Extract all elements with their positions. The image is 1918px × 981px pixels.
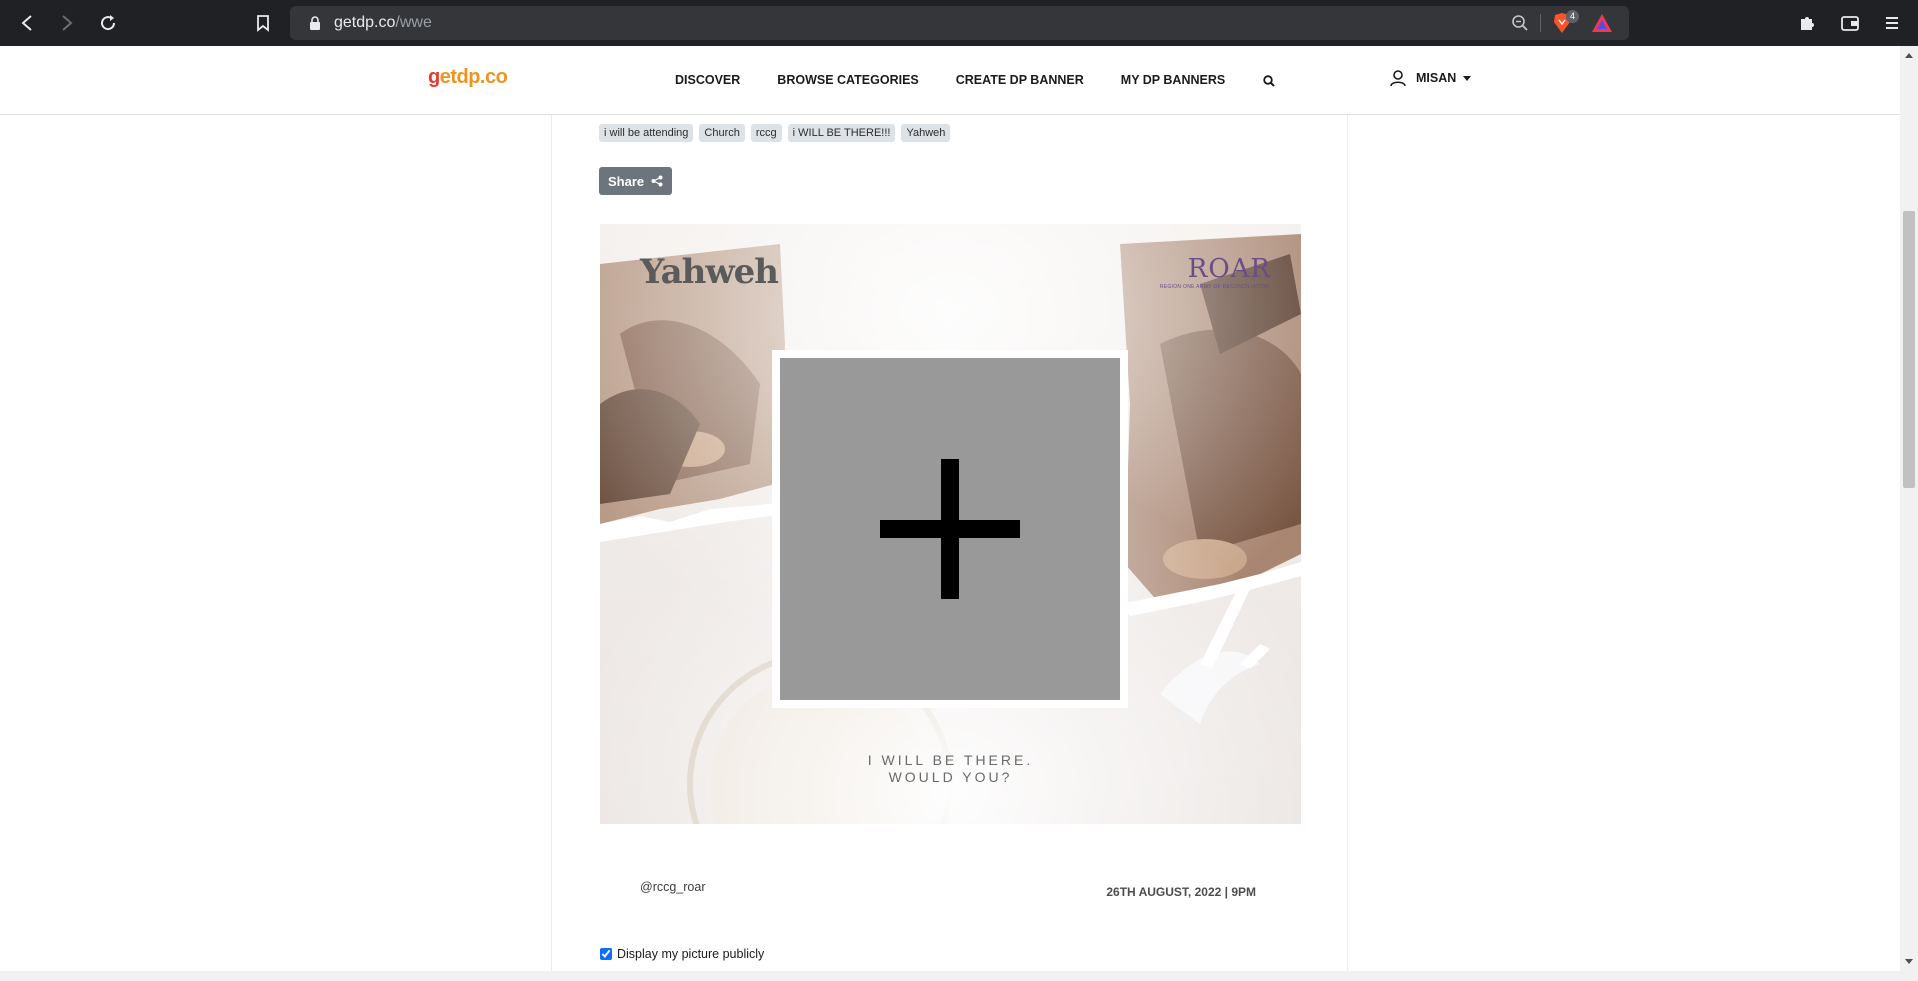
back-icon[interactable] (16, 11, 40, 35)
plus-icon (880, 459, 1020, 599)
nav-discover[interactable]: DISCOVER (675, 73, 740, 88)
browser-toolbar: getdp.co/wwe 4 (0, 0, 1918, 46)
banner-handle: @rccg_roar (640, 880, 706, 894)
lock-icon[interactable] (308, 16, 322, 30)
scroll-down-icon[interactable] (1905, 959, 1913, 964)
scrollbar-thumb[interactable] (1903, 211, 1915, 488)
display-public-option[interactable]: Display my picture publicly (600, 947, 764, 961)
forward-icon[interactable] (54, 11, 78, 35)
brave-rewards-icon[interactable] (1591, 13, 1613, 33)
roar-logo-subtitle: REGION ONE ARMY OF RECONCILIATION (1159, 284, 1269, 290)
url-text[interactable]: getdp.co/wwe (334, 14, 432, 32)
tag-item[interactable]: Yahweh (901, 124, 951, 142)
search-icon[interactable] (1262, 74, 1276, 88)
user-name: MISAN (1416, 71, 1457, 85)
tag-item[interactable]: Church (699, 124, 745, 142)
reload-icon[interactable] (96, 11, 120, 35)
banner-title: Yahweh (640, 252, 779, 292)
url-separator (1540, 14, 1541, 32)
scroll-up-icon[interactable] (1905, 53, 1913, 58)
display-public-checkbox[interactable] (600, 948, 612, 960)
site-header: getdp.co DISCOVER BROWSE CATEGORIES CREA… (0, 46, 1900, 115)
display-public-label: Display my picture publicly (617, 947, 765, 961)
add-photo-area[interactable] (780, 358, 1120, 700)
event-date: 26TH AUGUST, 2022 | 9PM (1106, 885, 1256, 899)
wallet-icon[interactable] (1838, 11, 1862, 35)
zoom-icon[interactable] (1511, 14, 1529, 32)
banner-card: i will be attending Church rccg i WILL B… (551, 115, 1348, 971)
page-content: i will be attending Church rccg i WILL B… (0, 115, 1900, 971)
user-menu[interactable]: MISAN (1389, 69, 1472, 87)
main-nav: DISCOVER BROWSE CATEGORIES CREATE DP BAN… (675, 73, 1276, 88)
horizontal-scrollbar[interactable] (0, 971, 1918, 981)
bookmark-icon[interactable] (251, 11, 275, 35)
site-logo[interactable]: getdp.co (428, 66, 508, 89)
share-button[interactable]: Share (599, 167, 673, 195)
share-label: Share (608, 173, 645, 189)
nav-browse-categories[interactable]: BROWSE CATEGORIES (777, 73, 918, 88)
menu-icon[interactable] (1880, 11, 1904, 35)
chevron-down-icon (1463, 75, 1472, 81)
nav-create-dp-banner[interactable]: CREATE DP BANNER (956, 73, 1084, 88)
shields-count-badge: 4 (1566, 10, 1579, 23)
tag-item[interactable]: i will be attending (599, 124, 694, 142)
dp-banner-preview: Yahweh ROAR REGION ONE ARMY OF RECONCILI… (600, 224, 1301, 824)
tag-item[interactable]: rccg (750, 124, 782, 142)
extensions-icon[interactable] (1795, 11, 1819, 35)
share-icon (651, 175, 663, 187)
roar-logo: ROAR (1187, 254, 1271, 284)
nav-my-dp-banners[interactable]: MY DP BANNERS (1121, 73, 1225, 88)
tag-item[interactable]: i WILL BE THERE!!! (787, 124, 896, 142)
user-icon (1390, 70, 1406, 87)
vertical-scrollbar[interactable] (1900, 46, 1918, 971)
banner-tagline: I WILL BE THERE. WOULD YOU? (867, 752, 1034, 785)
tag-list: i will be attending Church rccg i WILL B… (599, 124, 951, 142)
address-bar[interactable]: getdp.co/wwe 4 (290, 6, 1629, 40)
